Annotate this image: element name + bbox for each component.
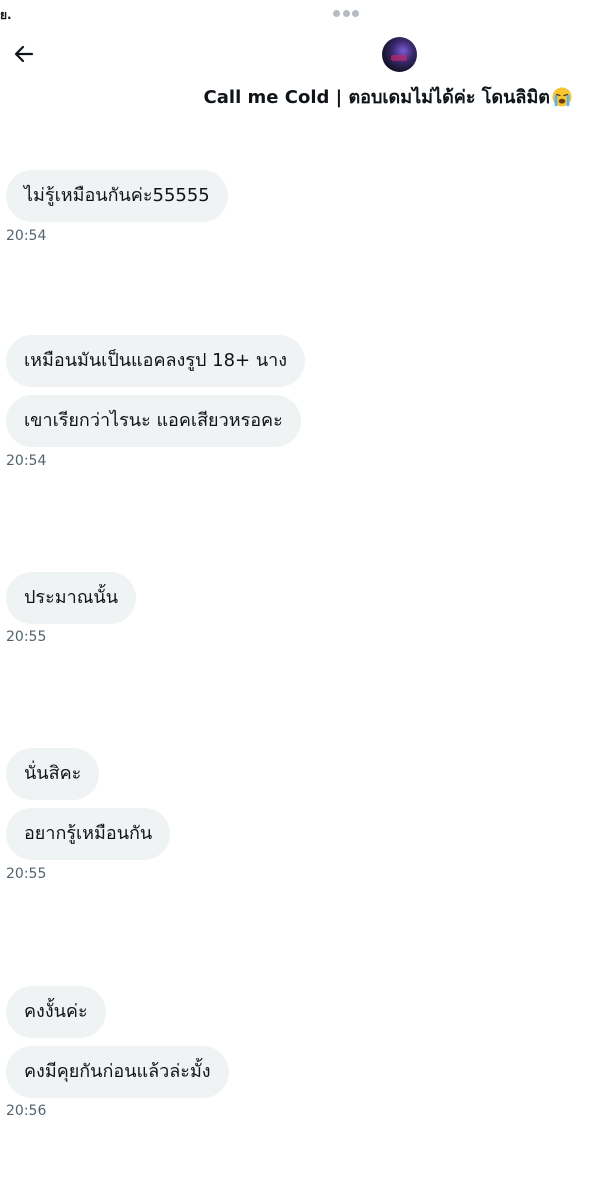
message-timestamp: 20:54 xyxy=(6,228,47,244)
message-bubble[interactable]: เหมือนมันเป็นแอคลงรูป 18+ นาง xyxy=(6,335,306,387)
message-bubble[interactable]: คงงั้นค่ะ xyxy=(6,986,106,1038)
message-bubble[interactable]: คงมีคุยกันก่อนแล้วล่ะมั้ง xyxy=(6,1046,229,1098)
message-bubble[interactable]: นั่นสิคะ xyxy=(6,748,100,800)
status-bar-fragment: ย. xyxy=(0,8,12,22)
conversation-header[interactable]: Call me Cold | ตอบเดมไม่ได้ค่ะ โดนลิมิต xyxy=(204,82,572,111)
avatar[interactable] xyxy=(382,37,417,72)
message-bubble[interactable]: ประมาณนั้น xyxy=(6,572,137,624)
message-bubble[interactable]: อยากรู้เหมือนกัน xyxy=(6,808,171,860)
page-title: Call me Cold | ตอบเดมไม่ได้ค่ะ โดนลิมิต xyxy=(203,87,550,108)
message-bubble[interactable]: เขาเรียกว่าไรนะ แอคเสียวหรอคะ xyxy=(6,395,301,447)
message-timestamp: 20:54 xyxy=(6,453,47,469)
loudly-crying-face-emoji xyxy=(552,87,572,106)
message-bubble[interactable]: ไม่รู้เหมือนกันค่ะ55555 xyxy=(6,170,228,222)
message-timestamp: 20:55 xyxy=(6,866,47,882)
message-timestamp: 20:56 xyxy=(6,1103,47,1119)
message-timestamp: 20:55 xyxy=(6,629,47,645)
ellipsis-icon[interactable] xyxy=(333,8,359,18)
back-button[interactable] xyxy=(8,38,40,70)
arrow-left-icon xyxy=(14,45,34,63)
